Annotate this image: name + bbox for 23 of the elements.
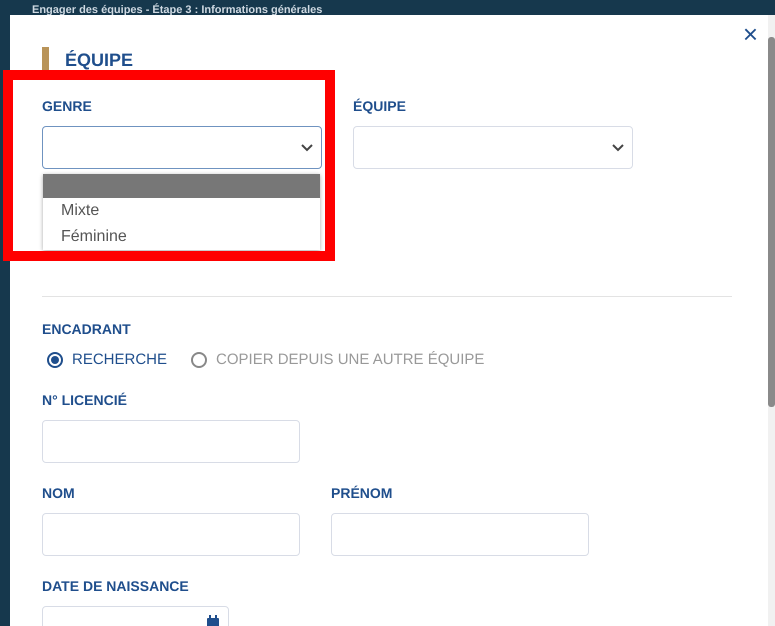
chevron-down-icon	[301, 144, 313, 152]
field-label: ÉQUIPE	[353, 98, 407, 114]
radio-option[interactable]: RECHERCHE	[47, 351, 168, 368]
dropdown-option[interactable]: Mixte	[43, 198, 320, 224]
field-label: PRÉNOM	[331, 485, 394, 501]
chevron-down-icon	[612, 144, 624, 152]
select-field[interactable]	[42, 126, 322, 169]
calendar-icon	[206, 615, 220, 626]
field-label: N° LICENCIÉ	[42, 392, 128, 408]
radio-label: RECHERCHE	[72, 351, 168, 368]
dropdown-option[interactable]	[43, 174, 320, 198]
page-title: Engager des équipes - Étape 3 : Informations générales	[32, 4, 322, 17]
close-button[interactable]: ×	[740, 21, 760, 47]
field-label: ENCADRANT	[42, 321, 132, 337]
scrollbar[interactable]	[768, 15, 775, 626]
dropdown-option[interactable]: Féminine	[43, 224, 320, 250]
section-title: ÉQUIPE	[65, 50, 134, 71]
input-field[interactable]	[331, 513, 589, 556]
field-label: NOM	[42, 485, 76, 501]
field-label: GENRE	[42, 98, 93, 114]
input-field[interactable]	[42, 420, 300, 463]
field-label: DATE DE NAISSANCE	[42, 578, 190, 594]
input-field[interactable]	[42, 513, 300, 556]
